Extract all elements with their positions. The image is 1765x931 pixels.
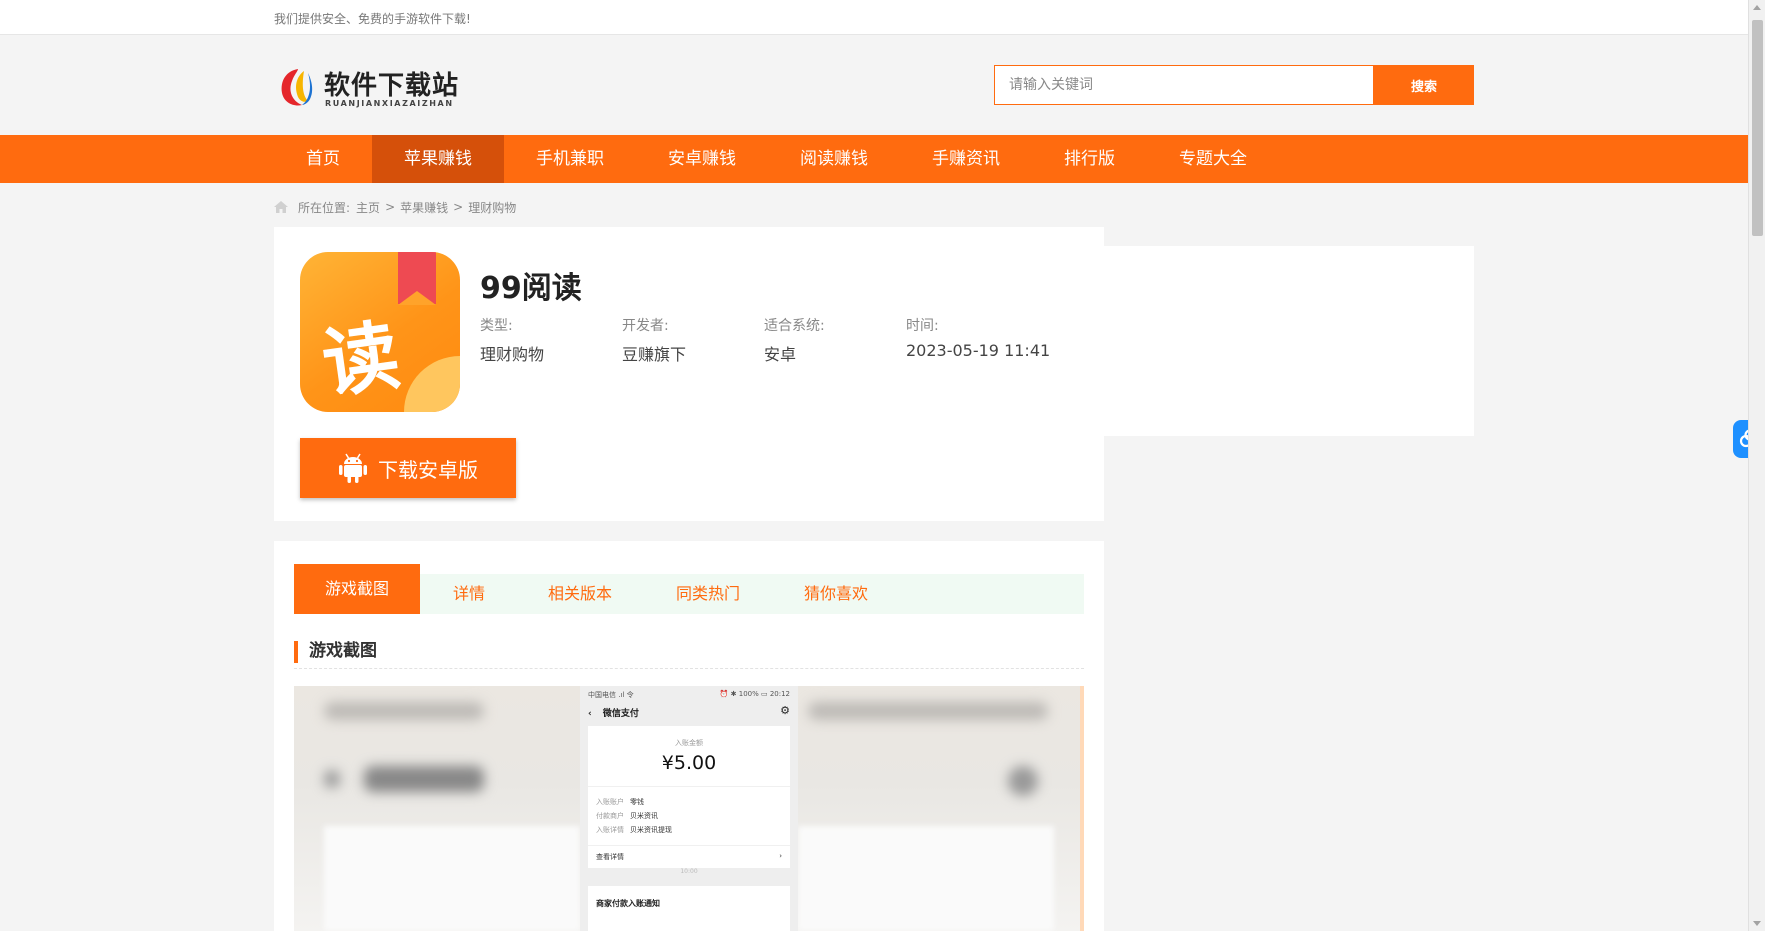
payment-rows: 入账账户 零钱 付款商户 贝米资讯 入账详情 贝米资讯提现 — [588, 786, 790, 845]
page-curl — [404, 356, 460, 412]
meta-system: 适合系统: 安卓 — [764, 315, 914, 365]
main-nav: 首页 苹果赚钱 手机兼职 安卓赚钱 阅读赚钱 手赚资讯 排行版 专题大全 — [0, 135, 1748, 183]
tab-bar: 游戏截图 详情 相关版本 同类热门 猜你喜欢 — [294, 564, 1084, 614]
phone-status-bar: 中国电信 .ıl 令 ⏰ ✱ 100% ▭ 20:12 — [588, 690, 790, 700]
gallery-edge — [1080, 686, 1084, 931]
meta-system-key: 适合系统: — [764, 318, 825, 334]
meta-developer-value: 豆赚旗下 — [622, 345, 687, 364]
blur-bar — [808, 702, 1048, 720]
meta-time-key: 时间: — [906, 318, 939, 334]
breadcrumb-subcategory[interactable]: 理财购物 — [468, 199, 516, 216]
sidebar-ad-block — [1104, 246, 1474, 436]
blur-bar — [364, 766, 484, 792]
payment-card: 入账金额 ¥5.00 入账账户 零钱 付款商户 贝米资讯 入账详情 贝米资讯提现 查看… — [588, 726, 790, 868]
tab-recommended[interactable]: 猜你喜欢 — [804, 574, 868, 614]
breadcrumb-home[interactable]: 主页 — [356, 199, 380, 216]
nav-item-1[interactable]: 苹果赚钱 — [372, 135, 504, 183]
logo-mark-icon — [281, 69, 313, 106]
payment-row: 付款商户 贝米资讯 — [596, 812, 658, 820]
screenshot-blur-right — [798, 686, 1084, 931]
scroll-down-icon[interactable] — [1753, 921, 1761, 926]
scroll-up-icon[interactable] — [1753, 5, 1761, 10]
meta-developer: 开发者: 豆赚旗下 — [622, 315, 772, 365]
phone-time: 10:00 — [680, 868, 698, 875]
meta-type-key: 类型: — [480, 318, 513, 334]
breadcrumb-separator: > — [453, 200, 464, 214]
phone-screenshot: 中国电信 .ıl 令 ⏰ ✱ 100% ▭ 20:12 ‹ 微信支付 ⚙ 入账金… — [580, 686, 798, 931]
phone-notice: 商家付款入账通知 — [588, 886, 790, 931]
site-logo[interactable]: 软件下载站 RUANJIANXIAZAIZHAN — [276, 63, 460, 113]
chevron-right-icon: › — [779, 852, 782, 860]
breadcrumb-prefix: 所在位置: — [298, 200, 351, 215]
blur-bar — [1008, 766, 1038, 796]
nav-item-5[interactable]: 手赚资讯 — [900, 135, 1032, 183]
screenshot-blur-left — [294, 686, 580, 931]
meta-type: 类型: 理财购物 — [480, 315, 630, 365]
search-button[interactable]: 搜索 — [1374, 65, 1474, 105]
nav-list: 首页 苹果赚钱 手机兼职 安卓赚钱 阅读赚钱 手赚资讯 排行版 专题大全 — [274, 135, 1279, 183]
download-android-button[interactable]: 下载安卓版 — [300, 438, 516, 498]
download-label: 下载安卓版 — [378, 457, 478, 482]
app-title: 99阅读 — [480, 271, 582, 306]
screenshot-gallery[interactable]: 中国电信 .ıl 令 ⏰ ✱ 100% ▭ 20:12 ‹ 微信支付 ⚙ 入账金… — [294, 686, 1084, 931]
logo-subtitle: RUANJIANXIAZAIZHAN — [325, 99, 454, 108]
nav-item-3[interactable]: 安卓赚钱 — [636, 135, 768, 183]
gear-icon: ⚙ — [780, 704, 790, 717]
meta-developer-key: 开发者: — [622, 318, 669, 334]
breadcrumb: 所在位置: 主页 > 苹果赚钱 > 理财购物 — [274, 197, 516, 217]
nav-item-4[interactable]: 阅读赚钱 — [768, 135, 900, 183]
home-icon — [274, 201, 288, 213]
meta-time: 时间: 2023-05-19 11:41 — [906, 315, 1096, 360]
tab-details[interactable]: 详情 — [453, 574, 485, 614]
search-input[interactable] — [994, 65, 1374, 105]
app-icon-glyph: 读 — [317, 310, 405, 409]
nav-item-6[interactable]: 排行版 — [1032, 135, 1147, 183]
tab-screenshots[interactable]: 游戏截图 — [294, 564, 421, 614]
breadcrumb-separator: > — [385, 200, 396, 214]
blur-bar — [324, 702, 484, 720]
back-icon: ‹ — [588, 709, 592, 719]
tab-similar-hot[interactable]: 同类热门 — [676, 574, 740, 614]
blur-card — [324, 826, 580, 931]
amount-label: 入账金额 — [675, 739, 703, 747]
payment-row: 入账账户 零钱 — [596, 798, 644, 806]
phone-status-right: ⏰ ✱ 100% ▭ 20:12 — [719, 690, 790, 698]
blur-bar — [324, 770, 340, 788]
content-section: 游戏截图 详情 相关版本 同类热门 猜你喜欢 游戏截图 中国电信 .ıl 令 ⏰… — [274, 541, 1104, 931]
top-bar: 我们提供安全、免费的手游软件下载! — [0, 0, 1748, 35]
tab-related-versions[interactable]: 相关版本 — [548, 574, 612, 614]
nav-item-2[interactable]: 手机兼职 — [504, 135, 636, 183]
payment-detail-link: 查看详情 › — [588, 845, 790, 868]
bookmark-icon — [398, 252, 436, 305]
top-notice: 我们提供安全、免费的手游软件下载! — [274, 12, 471, 26]
logo-name: 软件下载站 — [324, 71, 460, 101]
phone-titlebar: ‹ 微信支付 ⚙ — [588, 704, 790, 719]
divider — [294, 668, 1084, 669]
amount-value: ¥5.00 — [661, 752, 717, 774]
payment-row: 入账详情 贝米资讯提现 — [596, 826, 672, 834]
app-icon: 读 — [300, 252, 460, 412]
nav-item-7[interactable]: 专题大全 — [1147, 135, 1279, 183]
search-box: 搜索 — [994, 65, 1474, 105]
meta-system-value: 安卓 — [764, 345, 797, 364]
scroll-thumb[interactable] — [1752, 20, 1763, 236]
page-scrollbar[interactable] — [1748, 0, 1765, 931]
android-icon — [339, 453, 367, 483]
breadcrumb-category[interactable]: 苹果赚钱 — [400, 199, 448, 216]
phone-title: 微信支付 — [602, 709, 639, 719]
blur-card — [798, 826, 1054, 931]
meta-type-value: 理财购物 — [480, 345, 545, 364]
nav-item-0[interactable]: 首页 — [274, 135, 372, 183]
meta-time-value: 2023-05-19 11:41 — [906, 341, 1051, 360]
app-info-card: 读 99阅读 类型: 理财购物 开发者: 豆赚旗下 适合系统: 安卓 时间: 2… — [274, 227, 1104, 521]
header: 软件下载站 RUANJIANXIAZAIZHAN 搜索 — [0, 35, 1748, 135]
section-title: 游戏截图 — [294, 641, 377, 663]
phone-carrier: 中国电信 .ıl 令 — [588, 691, 634, 699]
